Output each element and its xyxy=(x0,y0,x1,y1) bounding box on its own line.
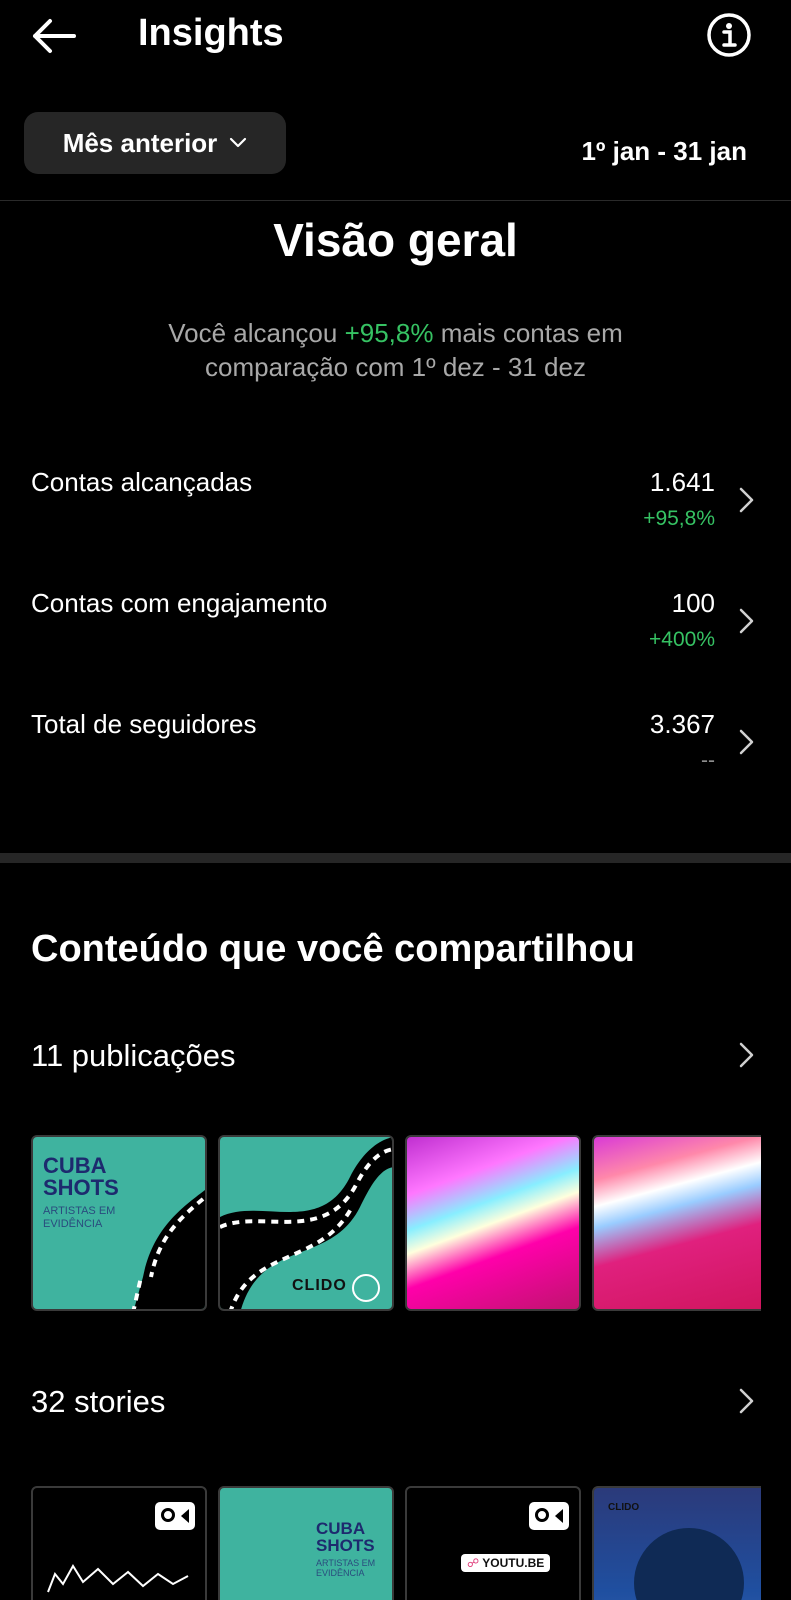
metric-label: Total de seguidores xyxy=(31,709,257,739)
thumb-title-line2: SHOTS xyxy=(316,1536,375,1555)
posts-count-label: 11 publicações xyxy=(31,1038,236,1073)
chevron-right-icon xyxy=(739,608,754,634)
metric-value: 100 xyxy=(671,588,715,618)
story-thumbnail[interactable]: ☍ YOUTU.BE xyxy=(405,1486,581,1600)
content-section-title: Conteúdo que você compartilhou xyxy=(31,928,635,970)
chevron-down-icon xyxy=(230,137,247,148)
post-thumbnail[interactable]: CLIDO xyxy=(218,1135,394,1311)
period-label: Mês anterior xyxy=(62,127,218,158)
summary-highlight: +95,8% xyxy=(344,318,434,348)
metric-value: 1.641 xyxy=(649,467,715,497)
overview-title: Visão geral xyxy=(273,214,518,266)
thumb-logo: CLIDO xyxy=(292,1277,347,1294)
posts-carousel[interactable]: CUBA SHOTS ARTISTAS EM EVIDÊNCIA CLIDO xyxy=(31,1135,761,1313)
portrait-graphic xyxy=(634,1528,744,1600)
chevron-right-icon xyxy=(739,487,754,513)
metric-delta: +95,8% xyxy=(643,507,715,530)
thumb-subtitle-line2: EVIDÊNCIA xyxy=(316,1568,365,1578)
page-title: Insights xyxy=(138,12,284,54)
chevron-right-icon xyxy=(739,729,754,755)
post-thumbnail[interactable] xyxy=(405,1135,581,1311)
chevron-right-icon xyxy=(739,1042,754,1068)
stories-row[interactable]: 32 stories xyxy=(0,1376,791,1432)
metric-row-reached[interactable]: Contas alcançadas 1.641 +95,8% xyxy=(0,455,791,545)
link-sticker: ☍ YOUTU.BE xyxy=(461,1554,551,1572)
period-dropdown[interactable]: Mês anterior xyxy=(24,112,286,174)
info-button[interactable] xyxy=(706,12,752,58)
link-icon: ☍ xyxy=(467,1556,480,1570)
stories-carousel[interactable]: CUBA SHOTS ARTISTAS EM EVIDÊNCIA ☍ YOUTU… xyxy=(31,1486,761,1600)
post-thumbnail[interactable] xyxy=(592,1135,761,1311)
story-thumbnail[interactable]: CLIDO xyxy=(592,1486,761,1600)
film-strip-graphic xyxy=(131,1190,205,1309)
thumb-logo: CLIDO xyxy=(608,1502,640,1513)
metric-label: Contas alcançadas xyxy=(31,467,253,497)
summary-prefix: Você alcançou xyxy=(168,318,338,348)
stories-count-label: 32 stories xyxy=(31,1384,166,1419)
arrow-left-icon xyxy=(33,19,76,53)
metric-delta: -- xyxy=(701,749,715,772)
video-icon xyxy=(155,1502,195,1530)
section-divider xyxy=(0,853,791,863)
post-thumbnail[interactable]: CUBA SHOTS ARTISTAS EM EVIDÊNCIA xyxy=(31,1135,207,1311)
info-icon xyxy=(707,13,751,57)
logo-circle-icon xyxy=(352,1274,380,1302)
metric-label: Contas com engajamento xyxy=(31,588,328,618)
video-icon xyxy=(529,1502,569,1530)
metric-row-engaged[interactable]: Contas com engajamento 100 +400% xyxy=(0,576,791,666)
metric-value: 3.367 xyxy=(649,709,715,739)
divider xyxy=(0,200,791,201)
metric-delta: +400% xyxy=(649,628,715,651)
sketch-graphic xyxy=(47,1564,189,1593)
story-thumbnail[interactable] xyxy=(31,1486,207,1600)
date-range: 1º jan - 31 jan xyxy=(581,136,747,166)
posts-row[interactable]: 11 publicações xyxy=(0,1030,791,1086)
metric-row-followers[interactable]: Total de seguidores 3.367 -- xyxy=(0,697,791,787)
chevron-right-icon xyxy=(739,1388,754,1414)
overview-summary: Você alcançou +95,8% mais contas em comp… xyxy=(100,316,691,384)
story-thumbnail[interactable]: CUBA SHOTS ARTISTAS EM EVIDÊNCIA xyxy=(218,1486,394,1600)
thumb-subtitle-line1: ARTISTAS EM xyxy=(316,1558,376,1568)
link-text: YOUTU.BE xyxy=(482,1556,545,1570)
thumb-title-line1: CUBA xyxy=(316,1519,366,1538)
back-button[interactable] xyxy=(30,16,76,56)
